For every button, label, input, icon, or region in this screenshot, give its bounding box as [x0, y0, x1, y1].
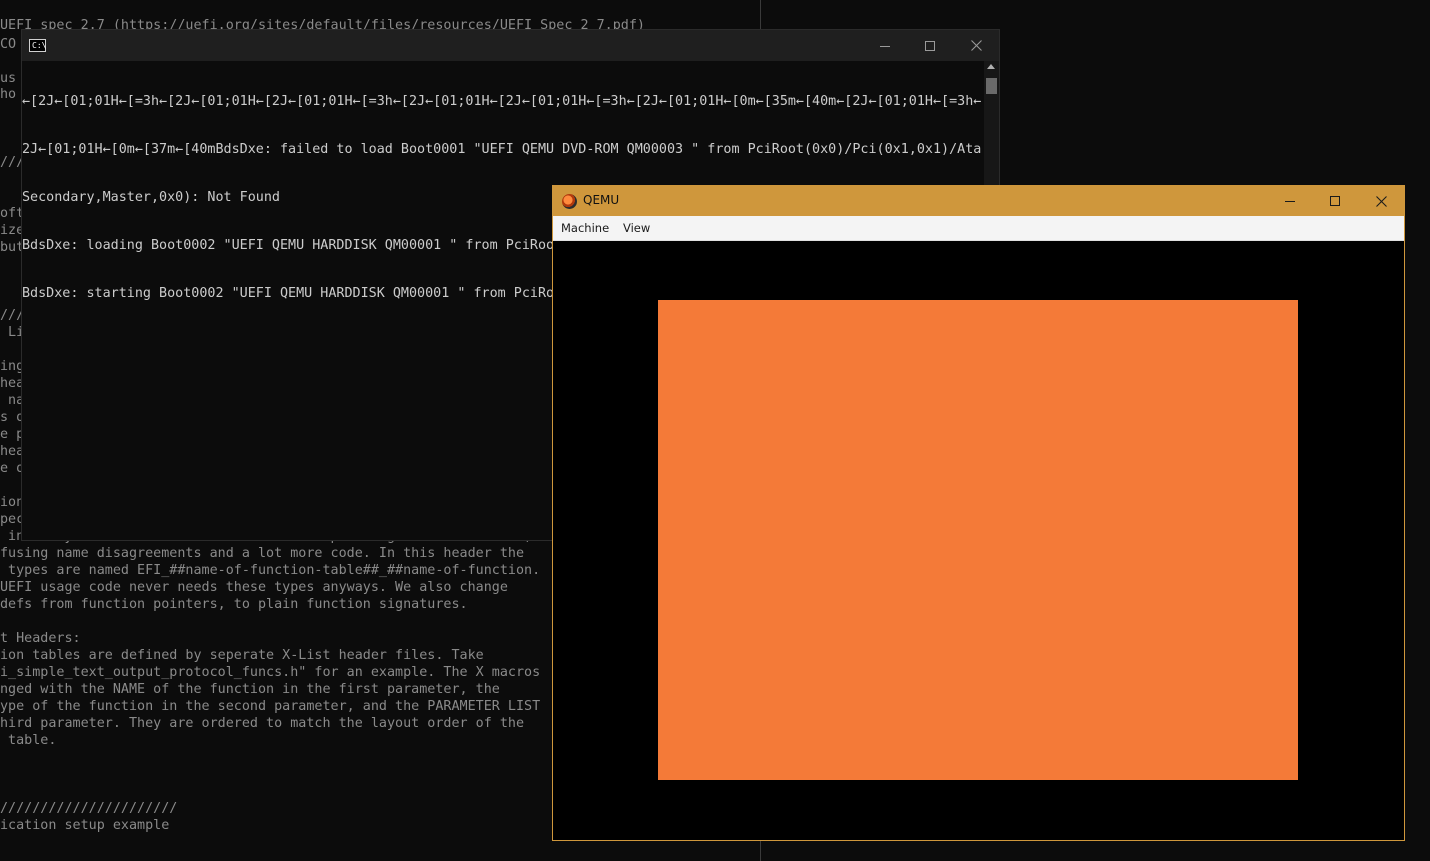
editor-line: fusing name disagreements and a lot more… — [0, 546, 525, 561]
editor-line: ype of the function in the second parame… — [0, 699, 541, 714]
console-titlebar[interactable]: C:\ — [22, 30, 999, 61]
console-line: 2J←[01;01H←[0m←[37m←[40mBdsDxe: failed t… — [22, 142, 985, 157]
maximize-icon — [925, 40, 935, 51]
qemu-window[interactable]: QEMU Machine View — [552, 185, 1405, 841]
editor-line: ////////////////////// — [0, 801, 178, 816]
editor-line: table. — [0, 733, 57, 748]
maximize-button[interactable] — [1312, 186, 1358, 216]
close-icon — [970, 40, 982, 51]
qemu-titlebar[interactable]: QEMU — [553, 186, 1404, 216]
editor-line: UEFI usage code never needs these types … — [0, 580, 508, 595]
console-icon-text: C:\ — [32, 41, 47, 50]
editor-line: types are named EFI_##name-of-function-t… — [0, 563, 541, 578]
scroll-up-arrow-icon[interactable] — [987, 64, 995, 69]
editor-line: i_simple_text_output_protocol_funcs.h" f… — [0, 665, 541, 680]
maximize-icon — [1330, 196, 1340, 206]
console-line: ←[2J←[01;01H←[=3h←[2J←[01;01H←[2J←[01;01… — [22, 94, 985, 109]
close-button[interactable] — [953, 30, 999, 61]
editor-line: ication setup example — [0, 818, 170, 833]
editor-line: CO — [0, 37, 17, 52]
qemu-guest-display[interactable] — [553, 241, 1404, 840]
guest-framebuffer — [658, 300, 1298, 780]
console-app-icon: C:\ — [29, 39, 46, 52]
qemu-logo-icon — [562, 194, 577, 209]
menu-machine[interactable]: Machine — [561, 221, 609, 235]
editor-line: t Headers: — [0, 631, 81, 646]
editor-line: us — [0, 71, 17, 86]
scrollbar-thumb[interactable] — [986, 78, 997, 94]
maximize-button[interactable] — [907, 30, 953, 61]
menu-view[interactable]: View — [623, 221, 650, 235]
editor-line: nged with the NAME of the function in th… — [0, 682, 500, 697]
close-icon — [1375, 195, 1387, 207]
minimize-icon — [880, 45, 890, 47]
minimize-button[interactable] — [862, 30, 908, 61]
editor-line: ion tables are defined by seperate X-Lis… — [0, 648, 484, 663]
qemu-menubar: Machine View — [553, 216, 1404, 241]
editor-line: hird parameter. They are ordered to matc… — [0, 716, 525, 731]
close-button[interactable] — [1358, 186, 1404, 216]
window-title: QEMU — [583, 193, 620, 207]
minimize-icon — [1285, 201, 1295, 202]
editor-line: defs from function pointers, to plain fu… — [0, 597, 468, 612]
editor-line: ho — [0, 87, 17, 102]
minimize-button[interactable] — [1267, 186, 1313, 216]
